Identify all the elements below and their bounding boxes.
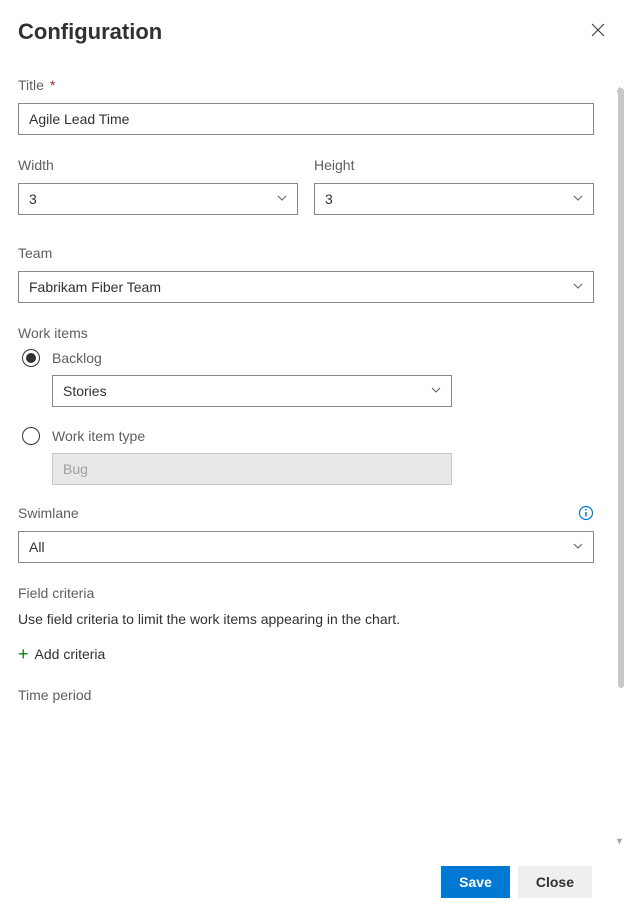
width-label: Width	[18, 157, 298, 173]
work-item-type-radio-label: Work item type	[52, 428, 145, 444]
height-field-group: Height 3	[314, 157, 594, 215]
work-items-radio-group: Backlog Stories	[18, 349, 594, 407]
backlog-radio-label: Backlog	[52, 350, 102, 366]
scroll-down-arrow[interactable]: ▼	[615, 836, 625, 846]
info-icon[interactable]	[578, 505, 594, 521]
backlog-radio[interactable]	[22, 349, 40, 367]
panel-footer: Save Close	[18, 850, 610, 916]
work-items-label: Work items	[18, 325, 594, 341]
title-input[interactable]	[18, 103, 594, 135]
width-select[interactable]: 3	[18, 183, 298, 215]
field-criteria-label: Field criteria	[18, 585, 594, 601]
title-label: Title *	[18, 77, 594, 93]
work-item-type-radio[interactable]	[22, 427, 40, 445]
team-field-group: Team Fabrikam Fiber Team	[18, 245, 594, 303]
team-label: Team	[18, 245, 594, 261]
form-scroll-area: Title * Width 3 Height	[18, 77, 610, 850]
add-criteria-button[interactable]: + Add criteria	[18, 645, 105, 663]
close-icon	[590, 22, 606, 41]
height-select[interactable]: 3	[314, 183, 594, 215]
panel-title: Configuration	[18, 19, 162, 45]
work-item-type-group: Work item type Bug	[18, 427, 594, 485]
close-button[interactable]	[586, 18, 610, 45]
swimlane-field-group: Swimlane All	[18, 505, 594, 563]
field-criteria-group: Field criteria Use field criteria to lim…	[18, 585, 594, 663]
save-button[interactable]: Save	[441, 866, 510, 898]
height-label: Height	[314, 157, 594, 173]
required-indicator: *	[50, 77, 55, 93]
scrollbar-thumb[interactable]	[618, 88, 624, 688]
plus-icon: +	[18, 645, 29, 663]
backlog-select[interactable]: Stories	[52, 375, 452, 407]
swimlane-select[interactable]: All	[18, 531, 594, 563]
width-field-group: Width 3	[18, 157, 298, 215]
swimlane-label: Swimlane	[18, 505, 79, 521]
time-period-label: Time period	[18, 687, 594, 703]
title-field-group: Title *	[18, 77, 594, 135]
panel-header: Configuration	[18, 18, 610, 45]
field-criteria-help: Use field criteria to limit the work ite…	[18, 611, 594, 627]
close-footer-button[interactable]: Close	[518, 866, 592, 898]
work-item-type-select: Bug	[52, 453, 452, 485]
team-select[interactable]: Fabrikam Fiber Team	[18, 271, 594, 303]
time-period-group: Time period	[18, 687, 594, 703]
